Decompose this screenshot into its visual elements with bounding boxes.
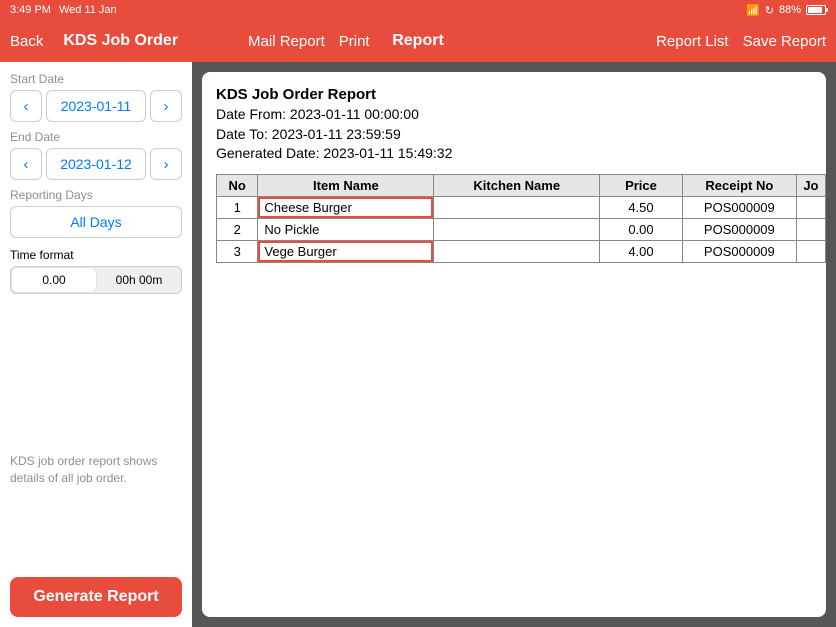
cell-kitchen	[434, 218, 600, 240]
reporting-days-label: Reporting Days	[10, 188, 182, 202]
generated-date-value: 2023-01-11 15:49:32	[323, 145, 452, 161]
table-row: 3Vege Burger 4.00POS000009	[217, 240, 826, 262]
cell-no: 2	[217, 218, 258, 240]
status-bar: 3:49 PM Wed 11 Jan 📶 ↻ 88%	[0, 0, 836, 20]
table-row: 1Cheese Burger 4.50POS000009	[217, 196, 826, 218]
col-price: Price	[600, 174, 683, 196]
end-date-next-button[interactable]: ›	[150, 148, 182, 180]
time-format-decimal[interactable]: 0.00	[12, 268, 96, 292]
cell-kitchen	[434, 196, 600, 218]
report-title: KDS Job Order Report	[216, 86, 826, 103]
date-to-value: 2023-01-11 23:59:59	[272, 126, 401, 142]
start-date-field[interactable]: 2023-01-11	[46, 90, 146, 122]
end-date-label: End Date	[10, 130, 182, 144]
battery-icon	[806, 5, 826, 15]
end-date-prev-button[interactable]: ‹	[10, 148, 42, 180]
generated-date-label: Generated Date:	[216, 145, 323, 161]
mail-report-button[interactable]: Mail Report	[248, 33, 325, 50]
col-kitchen: Kitchen Name	[434, 174, 600, 196]
help-text: KDS job order report shows details of al…	[10, 453, 182, 487]
start-date-prev-button[interactable]: ‹	[10, 90, 42, 122]
save-report-button[interactable]: Save Report	[743, 33, 826, 50]
wifi-icon: 📶	[746, 4, 760, 17]
report-area: KDS Job Order Report Date From: 2023-01-…	[192, 62, 836, 627]
cell-price: 4.00	[600, 240, 683, 262]
report-list-button[interactable]: Report List	[656, 33, 729, 50]
sidebar: Start Date ‹ 2023-01-11 › End Date ‹ 202…	[0, 62, 192, 627]
end-date-field[interactable]: 2023-01-12	[46, 148, 146, 180]
cell-receipt: POS000009	[682, 240, 796, 262]
col-no: No	[217, 174, 258, 196]
report-paper: KDS Job Order Report Date From: 2023-01-…	[202, 72, 826, 617]
col-item: Item Name	[258, 174, 434, 196]
cell-kitchen	[434, 240, 600, 262]
col-receipt: Receipt No	[682, 174, 796, 196]
time-format-label: Time format	[10, 248, 182, 262]
reporting-days-select[interactable]: All Days	[10, 206, 182, 238]
date-from-label: Date From:	[216, 106, 290, 122]
chevron-left-icon: ‹	[24, 98, 29, 115]
cell-partial	[796, 240, 825, 262]
cell-item: Cheese Burger	[258, 196, 434, 218]
time-format-segmented[interactable]: 0.00 00h 00m	[10, 266, 182, 294]
rotation-lock-icon: ↻	[765, 4, 774, 17]
print-button[interactable]: Print	[339, 33, 370, 50]
nav-center-title: Report	[392, 32, 444, 50]
nav-bar: Back KDS Job Order Mail Report Print Rep…	[0, 20, 836, 62]
cell-price: 0.00	[600, 218, 683, 240]
cell-no: 3	[217, 240, 258, 262]
status-time: 3:49 PM	[10, 4, 51, 16]
date-from-value: 2023-01-11 00:00:00	[290, 106, 419, 122]
date-to-label: Date To:	[216, 126, 272, 142]
col-partial: Jo	[796, 174, 825, 196]
chevron-right-icon: ›	[164, 98, 169, 115]
time-format-hms[interactable]: 00h 00m	[97, 267, 181, 293]
cell-partial	[796, 196, 825, 218]
battery-percent: 88%	[779, 4, 801, 16]
chevron-right-icon: ›	[164, 156, 169, 173]
start-date-next-button[interactable]: ›	[150, 90, 182, 122]
report-table: No Item Name Kitchen Name Price Receipt …	[216, 174, 826, 263]
back-button[interactable]: Back	[10, 33, 43, 50]
start-date-label: Start Date	[10, 72, 182, 86]
cell-partial	[796, 218, 825, 240]
table-row: 2No Pickle 0.00POS000009	[217, 218, 826, 240]
cell-receipt: POS000009	[682, 196, 796, 218]
generate-report-button[interactable]: Generate Report	[10, 577, 182, 617]
cell-item: Vege Burger	[258, 240, 434, 262]
nav-title: KDS Job Order	[63, 32, 178, 50]
cell-item: No Pickle	[258, 218, 434, 240]
chevron-left-icon: ‹	[24, 156, 29, 173]
cell-no: 1	[217, 196, 258, 218]
status-date: Wed 11 Jan	[59, 4, 117, 16]
cell-receipt: POS000009	[682, 218, 796, 240]
cell-price: 4.50	[600, 196, 683, 218]
